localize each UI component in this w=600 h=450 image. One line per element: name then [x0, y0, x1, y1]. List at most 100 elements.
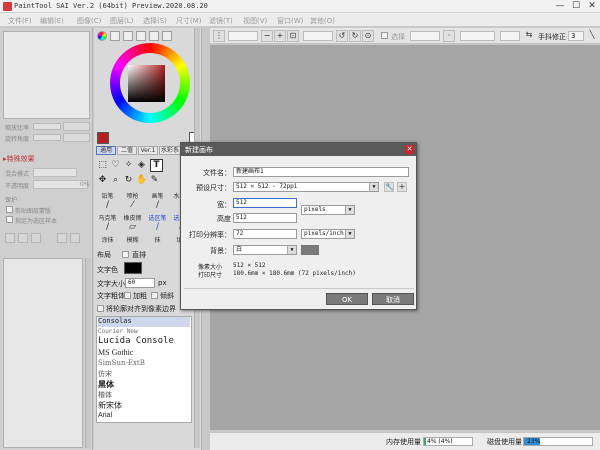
font-item[interactable]: MS Gothic	[98, 348, 190, 357]
close-window-icon[interactable]: ✕	[584, 0, 600, 13]
snap-pixel-checkbox[interactable]	[97, 305, 104, 312]
zoom-reset-icon[interactable]: ⊡	[287, 30, 299, 42]
height-input[interactable]: 512	[233, 213, 297, 223]
rotate-slider[interactable]	[33, 134, 61, 141]
menu-size[interactable]: 尺寸(M)	[176, 16, 202, 26]
flip-select[interactable]	[500, 31, 520, 41]
bucket-icon[interactable]: ◈	[136, 160, 147, 171]
snap-icon[interactable]: ·	[443, 30, 455, 42]
blend-mode-select[interactable]	[33, 168, 77, 177]
zoom-in-icon[interactable]: +	[274, 30, 286, 42]
rotate-buttons[interactable]	[63, 133, 90, 142]
brush-eraser[interactable]: 橡皮擦 ▱	[120, 213, 145, 235]
font-item[interactable]: Courier New	[98, 328, 190, 335]
merge-layer-icon[interactable]	[57, 233, 67, 243]
menu-view[interactable]: 视图(V)	[243, 16, 267, 26]
scratch-pad-mode-icon[interactable]	[162, 31, 172, 41]
vertical-text-checkbox[interactable]	[122, 251, 129, 258]
menu-filter[interactable]: 滤镜(T)	[209, 16, 233, 26]
brush-marker[interactable]: 马克笔 /	[95, 213, 120, 235]
menu-other[interactable]: 其他(O)	[310, 16, 335, 26]
tab-watercolor[interactable]: 水彩系	[159, 146, 181, 155]
copy-layer-icon[interactable]	[31, 233, 41, 243]
menu-file[interactable]: 文件(F)	[8, 16, 32, 26]
resolution-unit-select[interactable]: pixels/inch ▼	[301, 229, 355, 239]
font-item[interactable]: SimSun-ExtB	[98, 359, 190, 367]
color-wheel-mode-icon[interactable]	[97, 31, 107, 41]
ok-button[interactable]: OK	[326, 293, 368, 305]
wrench-icon[interactable]: 🔧	[384, 182, 394, 192]
flip-horizontal-icon[interactable]: ⇆	[523, 30, 535, 42]
resolution-input[interactable]: 72	[233, 229, 297, 239]
navigator-preview[interactable]	[3, 31, 90, 119]
hsv-slider-mode-icon[interactable]	[123, 31, 133, 41]
close-icon[interactable]: ✕	[405, 145, 414, 154]
rotate-combo[interactable]	[303, 31, 333, 41]
toolbar-grip-icon[interactable]: ⋮	[213, 30, 225, 42]
zoom-combo[interactable]	[228, 31, 258, 41]
clipping-mask-checkbox[interactable]	[6, 206, 13, 213]
font-item[interactable]: Arial	[98, 412, 190, 419]
menu-layer[interactable]: 图层(L)	[110, 16, 133, 26]
text-color-swatch[interactable]	[124, 262, 142, 274]
new-layer-icon[interactable]	[5, 233, 15, 243]
saturation-value-square[interactable]	[128, 65, 165, 102]
font-item[interactable]: Lucida Console	[98, 336, 190, 346]
zoom-buttons[interactable]	[63, 122, 90, 131]
eyedropper-icon[interactable]: ✎	[149, 175, 160, 186]
delete-layer-icon[interactable]	[70, 233, 80, 243]
brush-selection-pen[interactable]: 选区笔 /	[145, 213, 170, 235]
stabilizer-input[interactable]: 3	[568, 31, 584, 41]
swatch-mode-icon[interactable]	[149, 31, 159, 41]
background-color-swatch[interactable]	[301, 245, 319, 255]
font-item[interactable]: 仿宋	[98, 369, 190, 379]
brush-brush[interactable]: 画笔 /	[145, 191, 170, 213]
lasso-icon[interactable]: ♡	[110, 160, 121, 171]
font-item[interactable]: Consolas	[98, 317, 190, 327]
width-input[interactable]: 512	[233, 198, 297, 208]
font-item[interactable]: 楷体	[98, 390, 190, 400]
new-folder-icon[interactable]	[18, 233, 28, 243]
palette-mode-icon[interactable]	[136, 31, 146, 41]
antialias-select[interactable]	[460, 31, 495, 41]
selection-mode-select[interactable]	[410, 31, 440, 41]
layer-list-scrollbar[interactable]	[85, 258, 91, 448]
font-item[interactable]: 黑体	[98, 379, 190, 390]
selection-visible-checkbox[interactable]	[381, 32, 388, 39]
selection-icon[interactable]: ⬚	[97, 160, 108, 171]
tab-general[interactable]: 通用	[96, 146, 116, 155]
rotate-right-icon[interactable]: ↻	[349, 30, 361, 42]
brush-wipe[interactable]: 抹	[145, 235, 170, 257]
cancel-button[interactable]: 取消	[372, 293, 414, 305]
rotate-icon[interactable]: ↻	[123, 175, 134, 186]
size-unit-select[interactable]: pixels ▼	[301, 205, 355, 215]
minimize-icon[interactable]: —	[552, 0, 568, 13]
rgb-slider-mode-icon[interactable]	[110, 31, 120, 41]
font-list[interactable]: Consolas Courier New Lucida Console MS G…	[96, 316, 192, 423]
brush-airbrush[interactable]: 喷枪 ⁄	[120, 191, 145, 213]
menu-select[interactable]: 选择(S)	[143, 16, 167, 26]
text-tool-icon[interactable]: T	[150, 159, 163, 172]
rotate-reset-icon[interactable]: ⊙	[362, 30, 374, 42]
add-preset-icon[interactable]: +	[397, 182, 407, 192]
move-icon[interactable]: ✥	[97, 175, 108, 186]
line-tool-icon[interactable]: ╲	[586, 30, 598, 42]
tab-binary[interactable]: 二值	[117, 146, 137, 155]
magic-wand-icon[interactable]: ✧	[123, 160, 134, 171]
selection-source-checkbox[interactable]	[6, 216, 13, 223]
background-select[interactable]: 白 ▼	[233, 245, 297, 255]
preset-size-select[interactable]: 512 × 512 - 72ppi ▼	[233, 182, 379, 192]
menu-edit[interactable]: 编辑(E)	[40, 16, 64, 26]
file-name-input[interactable]: 新建画布1	[233, 167, 409, 177]
italic-checkbox[interactable]	[151, 292, 158, 299]
rotate-left-icon[interactable]: ↺	[336, 30, 348, 42]
menu-window[interactable]: 窗口(W)	[277, 16, 303, 26]
tab-ver1[interactable]: Ver.1	[138, 146, 158, 155]
hand-icon[interactable]: ✋	[136, 175, 147, 186]
zoom-icon[interactable]: ⌕	[110, 175, 121, 186]
zoom-out-icon[interactable]: −	[261, 30, 273, 42]
layer-list[interactable]	[3, 258, 83, 448]
maximize-icon[interactable]: ☐	[568, 0, 584, 13]
primary-color-swatch[interactable]	[97, 132, 109, 144]
font-size-input[interactable]: 60	[125, 278, 155, 288]
